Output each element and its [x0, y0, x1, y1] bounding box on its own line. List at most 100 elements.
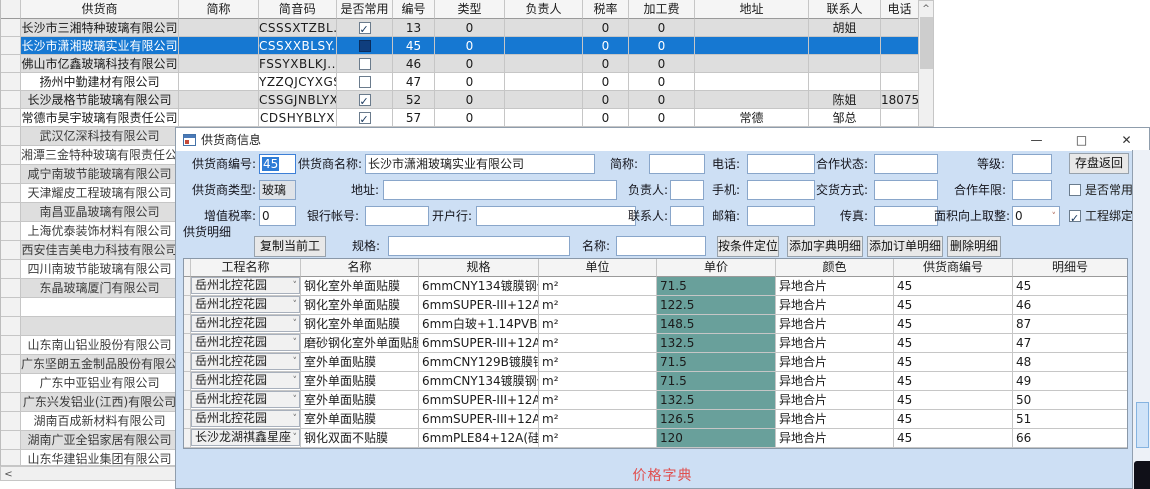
cell-supplier-id[interactable]: 45: [894, 353, 1013, 372]
cell-unit[interactable]: m²: [539, 277, 657, 296]
common-checkbox[interactable]: [359, 58, 371, 70]
cell-detail-id[interactable]: 51: [1013, 410, 1127, 429]
cell-spec[interactable]: 6mmSUPER-III+12A(硅...: [419, 296, 539, 315]
abbr-input[interactable]: [649, 154, 705, 174]
maximize-button[interactable]: □: [1059, 129, 1104, 151]
table-row[interactable]: 佛山市亿鑫玻璃科技有限公司 FSSYXBLKJ... 46 0 0 0: [1, 55, 919, 73]
col-header-phone[interactable]: 电话: [881, 0, 919, 19]
list-item[interactable]: 山东南山铝业股份有限公司: [1, 336, 179, 355]
cell-supplier-id[interactable]: 45: [894, 315, 1013, 334]
cell-name[interactable]: 钢化室外单面贴膜: [301, 296, 419, 315]
project-combobox[interactable]: 岳州北控花园˅: [191, 391, 300, 408]
cell-supplier-id[interactable]: 45: [894, 410, 1013, 429]
col-header-unit[interactable]: 单位: [539, 259, 657, 277]
cell-price[interactable]: 132.5: [657, 391, 776, 410]
cell-name[interactable]: 室外单面贴膜: [301, 372, 419, 391]
col-header-fee[interactable]: 加工费: [629, 0, 695, 19]
cell-color[interactable]: 异地合片: [776, 353, 894, 372]
cell-name[interactable]: 室外单面贴膜: [301, 410, 419, 429]
cell-name[interactable]: 钢化双面不贴膜: [301, 429, 419, 448]
cell-supplier-id[interactable]: 45: [894, 429, 1013, 448]
supplier-name-input[interactable]: 长沙市潇湘玻璃实业有限公司: [365, 154, 595, 174]
list-item[interactable]: 南昌亚晶玻璃有限公司: [1, 203, 179, 222]
address-input[interactable]: [383, 180, 617, 200]
project-combobox[interactable]: 岳州北控花园˅: [191, 277, 300, 294]
project-combobox[interactable]: 岳州北控花园˅: [191, 334, 300, 351]
cell-unit[interactable]: m²: [539, 334, 657, 353]
minimize-button[interactable]: —: [1014, 129, 1059, 151]
col-header-tax[interactable]: 税率: [583, 0, 629, 19]
col-header-address[interactable]: 地址: [695, 0, 809, 19]
table-row[interactable]: 扬州中勤建材有限公司 YZZQJCYXGS 47 0 0 0: [1, 73, 919, 91]
table-row[interactable]: 长沙市三湘特种玻璃有限公司 CSSSXTZBL.. 13 0 0 0 胡姐: [1, 19, 919, 37]
table-row[interactable]: 长沙晟格节能玻璃有限公司 CSSGJNBLYXGS 52 0 0 0 陈姐 18…: [1, 91, 919, 109]
locate-button[interactable]: 按条件定位: [717, 236, 779, 257]
cell-color[interactable]: 异地合片: [776, 391, 894, 410]
cell-price[interactable]: 120: [657, 429, 776, 448]
cell-name[interactable]: 室外单面贴膜: [301, 391, 419, 410]
list-item[interactable]: 武汉亿深科技有限公司: [1, 127, 179, 146]
col-header-project[interactable]: 工程名称: [191, 259, 301, 277]
col-header-supplier[interactable]: 供货商: [21, 0, 179, 19]
vertical-scrollbar[interactable]: ^: [918, 0, 934, 127]
manager-input[interactable]: [670, 180, 704, 200]
project-combobox[interactable]: 岳州北控花园˅: [191, 410, 300, 427]
delete-detail-button[interactable]: 删除明细: [947, 236, 1001, 257]
col-header-manager[interactable]: 负责人: [505, 0, 583, 19]
coop-status-input[interactable]: [874, 154, 938, 174]
cell-supplier-id[interactable]: 45: [894, 296, 1013, 315]
list-item[interactable]: 湖南广亚全铝家居有限公司: [1, 431, 179, 450]
col-header-name[interactable]: 名称: [301, 259, 419, 277]
list-item[interactable]: 广东中亚铝业有限公司: [1, 374, 179, 393]
cell-spec[interactable]: 6mmCNY129B镀膜钢化: [419, 353, 539, 372]
cell-color[interactable]: 异地合片: [776, 429, 894, 448]
cell-supplier-id[interactable]: 45: [894, 277, 1013, 296]
col-header-supplier-id[interactable]: 供货商编号: [894, 259, 1013, 277]
cell-detail-id[interactable]: 46: [1013, 296, 1127, 315]
spec-filter-input[interactable]: [388, 236, 570, 256]
dialog-titlebar[interactable]: 供货商信息 — □ ✕: [176, 128, 1149, 152]
cell-supplier-id[interactable]: 45: [894, 391, 1013, 410]
cell-price[interactable]: 71.5: [657, 277, 776, 296]
cell-color[interactable]: 异地合片: [776, 277, 894, 296]
cell-spec[interactable]: 6mmPLE84+12A(硅酮胶...: [419, 429, 539, 448]
grade-input[interactable]: [1012, 154, 1052, 174]
col-header-color[interactable]: 颜色: [776, 259, 894, 277]
col-header-abbr[interactable]: 简称: [179, 0, 259, 19]
cell-price[interactable]: 148.5: [657, 315, 776, 334]
cell-price[interactable]: 71.5: [657, 353, 776, 372]
col-header-id[interactable]: 编号: [393, 0, 435, 19]
list-item[interactable]: 湖南百成新材料有限公司: [1, 412, 179, 431]
supplier-type-input[interactable]: 玻璃: [259, 180, 296, 200]
cell-price[interactable]: 122.5: [657, 296, 776, 315]
cell-price[interactable]: 126.5: [657, 410, 776, 429]
cell-unit[interactable]: m²: [539, 315, 657, 334]
cell-color[interactable]: 异地合片: [776, 372, 894, 391]
cell-unit[interactable]: m²: [539, 410, 657, 429]
cell-name[interactable]: 钢化室外单面贴膜: [301, 315, 419, 334]
cell-spec[interactable]: 6mmSUPER-III+12A(硅...: [419, 410, 539, 429]
scrollbar-thumb[interactable]: [920, 17, 933, 69]
project-combobox[interactable]: 岳州北控花园˅: [191, 315, 300, 332]
project-combobox[interactable]: 岳州北控花园˅: [191, 353, 300, 370]
project-bind-checkbox[interactable]: 工程绑定: [1069, 206, 1133, 226]
table-row[interactable]: 常德市昊宇玻璃有限责任公司 CDSHYBLYX 57 0 0 0 常德 邹总: [1, 109, 919, 127]
cell-detail-id[interactable]: 48: [1013, 353, 1127, 372]
contact-input[interactable]: [670, 206, 704, 226]
col-header-type[interactable]: 类型: [435, 0, 505, 19]
list-item[interactable]: 东晶玻璃厦门有限公司: [1, 279, 179, 298]
cell-spec[interactable]: 6mmCNY134镀膜钢化: [419, 277, 539, 296]
coop-years-input[interactable]: [1012, 180, 1052, 200]
cell-supplier-id[interactable]: 45: [894, 334, 1013, 353]
name-filter-input[interactable]: [616, 236, 706, 256]
bank-input[interactable]: [476, 206, 636, 226]
list-item[interactable]: 湘潭三金特种玻璃有限责任公司: [1, 146, 179, 165]
save-return-button[interactable]: 存盘返回: [1069, 153, 1129, 174]
project-combobox[interactable]: 长沙龙湖祺鑫星座˅: [191, 429, 300, 446]
cell-price[interactable]: 71.5: [657, 372, 776, 391]
list-item[interactable]: 天津耀皮工程玻璃有限公司: [1, 184, 179, 203]
copy-project-button[interactable]: 复制当前工程: [254, 236, 326, 257]
common-checkbox[interactable]: [359, 22, 371, 34]
list-item[interactable]: 四川南玻节能玻璃有限公司: [1, 260, 179, 279]
list-item[interactable]: 西安佳吉美电力科技有限公司: [1, 241, 179, 260]
